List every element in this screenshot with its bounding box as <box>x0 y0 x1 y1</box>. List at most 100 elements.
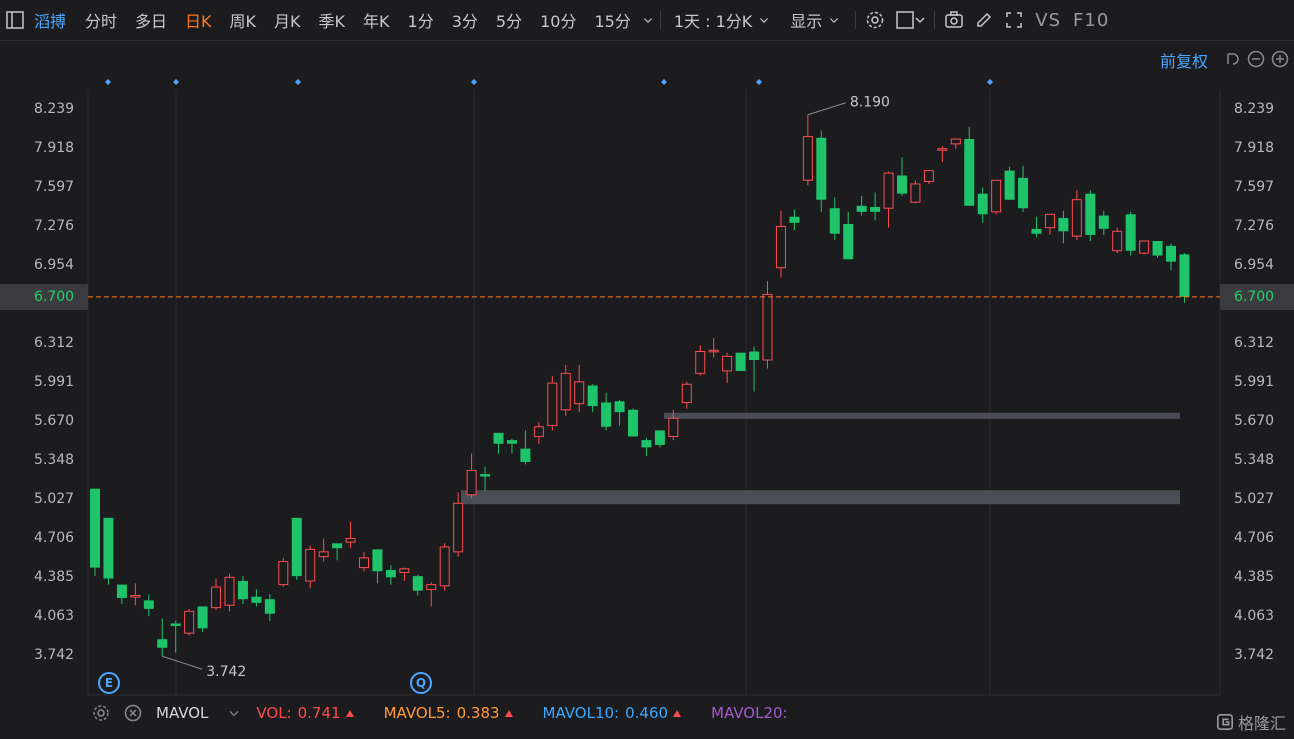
candle-11[interactable] <box>237 576 248 605</box>
stock-name[interactable]: 滔搏 <box>30 0 76 40</box>
candle-48[interactable] <box>735 352 746 371</box>
candle-15[interactable] <box>291 517 302 580</box>
event-marker-3[interactable] <box>471 79 477 85</box>
period-tab-9[interactable]: 5分 <box>487 0 531 40</box>
candle-25[interactable] <box>426 582 437 607</box>
candlestick-chart[interactable]: 8.190 3.742 <box>0 40 1294 696</box>
candle-66[interactable] <box>977 187 988 223</box>
candle-56[interactable] <box>843 211 854 260</box>
candle-54[interactable] <box>816 130 827 212</box>
sidebar-toggle-icon[interactable] <box>0 0 30 40</box>
candle-64[interactable] <box>950 138 961 149</box>
period-tab-1[interactable]: 多日 <box>126 0 176 40</box>
candle-30[interactable] <box>493 432 504 454</box>
candle-3[interactable] <box>130 583 141 606</box>
square-select-icon[interactable] <box>890 0 930 40</box>
candle-41[interactable] <box>641 437 652 456</box>
event-marker-5[interactable] <box>756 79 762 85</box>
candle-17[interactable] <box>318 538 329 562</box>
candle-8[interactable] <box>197 606 208 632</box>
candle-6[interactable] <box>170 621 181 653</box>
candle-63[interactable] <box>937 146 948 163</box>
candle-22[interactable] <box>385 565 396 585</box>
candle-2[interactable] <box>116 584 127 605</box>
candle-67[interactable] <box>991 179 1002 215</box>
candle-13[interactable] <box>264 594 275 622</box>
indicator-name[interactable]: MAVOL <box>156 704 208 722</box>
candle-81[interactable] <box>1179 253 1190 303</box>
candle-79[interactable] <box>1152 241 1163 259</box>
candle-57[interactable] <box>856 196 867 216</box>
pencil-icon[interactable] <box>969 0 999 40</box>
candle-72[interactable] <box>1058 210 1069 244</box>
candle-51[interactable] <box>775 210 786 278</box>
event-marker-0[interactable] <box>105 79 111 85</box>
candle-31[interactable] <box>506 438 517 454</box>
gear-icon[interactable] <box>860 0 890 40</box>
event-marker-1[interactable] <box>173 79 179 85</box>
close-icon[interactable] <box>120 703 146 723</box>
candle-60[interactable] <box>897 157 907 197</box>
candle-4[interactable] <box>143 594 154 617</box>
candle-12[interactable] <box>251 589 262 607</box>
period-tab-0[interactable]: 分时 <box>76 0 126 40</box>
period-tab-2[interactable]: 日K <box>176 0 221 40</box>
candle-23[interactable] <box>399 567 410 581</box>
event-marker-2[interactable] <box>295 79 301 85</box>
period-tab-5[interactable]: 季K <box>310 0 355 40</box>
candle-21[interactable] <box>372 549 383 584</box>
candle-32[interactable] <box>520 430 531 465</box>
candle-37[interactable] <box>587 384 598 413</box>
candle-53[interactable] <box>802 114 813 186</box>
period-tab-4[interactable]: 月K <box>265 0 310 40</box>
candle-20[interactable] <box>359 551 369 572</box>
candle-36[interactable] <box>574 364 585 413</box>
range-select[interactable]: 1天 : 1分K <box>665 0 781 40</box>
event-badge-e[interactable]: E <box>98 672 120 694</box>
candle-19[interactable] <box>345 521 356 549</box>
candle-34[interactable] <box>547 375 558 431</box>
period-tab-6[interactable]: 年K <box>354 0 399 40</box>
period-tab-10[interactable]: 10分 <box>531 0 585 40</box>
candle-73[interactable] <box>1071 190 1082 240</box>
candle-65[interactable] <box>964 126 975 206</box>
candle-28[interactable] <box>466 453 477 499</box>
candle-55[interactable] <box>829 197 840 240</box>
candle-58[interactable] <box>870 192 881 221</box>
candle-59[interactable] <box>883 171 894 228</box>
period-tab-7[interactable]: 1分 <box>399 0 443 40</box>
candle-76[interactable] <box>1112 227 1123 254</box>
candle-50[interactable] <box>762 281 773 369</box>
camera-icon[interactable] <box>939 0 969 40</box>
candle-24[interactable] <box>412 574 423 596</box>
event-marker-6[interactable] <box>987 79 993 85</box>
period-tab-11[interactable]: 15分 <box>585 0 639 40</box>
candle-71[interactable] <box>1044 213 1055 235</box>
candle-33[interactable] <box>533 421 544 444</box>
candle-16[interactable] <box>305 545 316 589</box>
candle-42[interactable] <box>654 430 665 448</box>
candle-45[interactable] <box>695 345 706 376</box>
candle-70[interactable] <box>1031 216 1042 238</box>
period-more-chevron-icon[interactable] <box>640 0 656 40</box>
candle-77[interactable] <box>1125 211 1136 256</box>
candle-38[interactable] <box>601 392 612 431</box>
candle-7[interactable] <box>184 608 195 636</box>
candle-74[interactable] <box>1085 190 1096 242</box>
candle-10[interactable] <box>224 573 235 612</box>
candle-0[interactable] <box>90 488 100 577</box>
candle-69[interactable] <box>1018 165 1029 212</box>
candle-80[interactable] <box>1166 243 1176 271</box>
vs-button[interactable]: VS <box>1029 10 1067 31</box>
gear-icon[interactable] <box>88 703 114 723</box>
candle-52[interactable] <box>789 209 800 231</box>
candle-47[interactable] <box>722 352 733 384</box>
candle-9[interactable] <box>211 578 222 611</box>
candle-39[interactable] <box>614 400 625 426</box>
period-tab-3[interactable]: 周K <box>221 0 266 40</box>
candle-29[interactable] <box>480 466 491 492</box>
event-marker-4[interactable] <box>661 79 667 85</box>
period-tab-8[interactable]: 3分 <box>443 0 487 40</box>
candle-46[interactable] <box>708 338 719 358</box>
candle-44[interactable] <box>681 381 692 409</box>
